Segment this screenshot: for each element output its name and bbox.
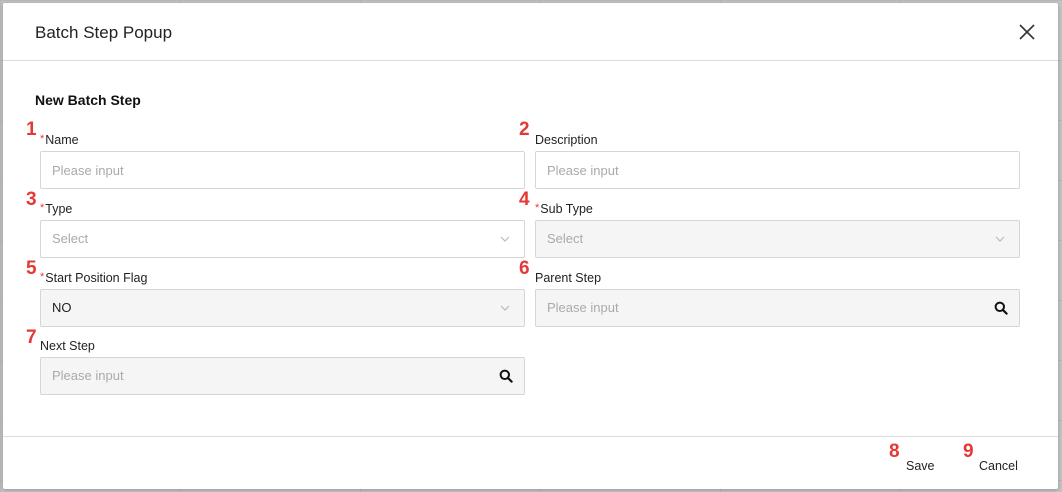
popup-header: Batch Step Popup — [3, 3, 1058, 61]
type-select-value: Select — [52, 231, 89, 246]
search-icon[interactable] — [499, 369, 513, 383]
required-asterisk: * — [40, 271, 45, 283]
save-button[interactable]: Save — [906, 459, 935, 473]
batch-step-popup: Batch Step Popup New Batch Step 1 *Name … — [3, 3, 1058, 489]
chevron-down-icon — [500, 236, 510, 242]
search-icon[interactable] — [994, 301, 1008, 315]
start-position-flag-value: NO — [52, 300, 72, 315]
type-select[interactable]: Select — [40, 220, 525, 258]
parent-step-placeholder: Please input — [547, 300, 619, 315]
marker-6: 6 — [519, 258, 530, 279]
marker-5: 5 — [26, 258, 37, 279]
next-step-label: Next Step — [40, 339, 95, 353]
marker-9: 9 — [963, 441, 974, 462]
marker-4: 4 — [519, 189, 530, 210]
next-step-input[interactable]: Please input — [40, 357, 525, 395]
required-asterisk: * — [40, 202, 45, 214]
name-input[interactable] — [40, 151, 525, 189]
required-asterisk: * — [40, 133, 45, 145]
parent-step-input[interactable]: Please input — [535, 289, 1020, 327]
sub-type-label: *Sub Type — [535, 202, 593, 216]
marker-1: 1 — [26, 119, 37, 140]
section-title: New Batch Step — [35, 92, 141, 108]
popup-footer: 8 Save 9 Cancel — [3, 436, 1058, 489]
name-label: *Name — [40, 133, 79, 147]
popup-title: Batch Step Popup — [35, 23, 173, 42]
sub-type-select-value: Select — [547, 231, 584, 246]
chevron-down-icon — [995, 236, 1005, 242]
marker-3: 3 — [26, 189, 37, 210]
cancel-button[interactable]: Cancel — [979, 459, 1018, 473]
description-input[interactable] — [535, 151, 1020, 189]
next-step-placeholder: Please input — [52, 368, 124, 383]
parent-step-label: Parent Step — [535, 271, 602, 285]
marker-7: 7 — [26, 327, 37, 348]
description-label: Description — [535, 133, 598, 147]
marker-2: 2 — [519, 119, 530, 140]
start-position-flag-select[interactable]: NO — [40, 289, 525, 327]
start-position-flag-label: *Start Position Flag — [40, 271, 148, 285]
sub-type-select[interactable]: Select — [535, 220, 1020, 258]
type-label: *Type — [40, 202, 73, 216]
chevron-down-icon — [500, 305, 510, 311]
required-asterisk: * — [535, 202, 540, 214]
marker-8: 8 — [889, 441, 900, 462]
close-icon[interactable] — [1016, 21, 1038, 43]
